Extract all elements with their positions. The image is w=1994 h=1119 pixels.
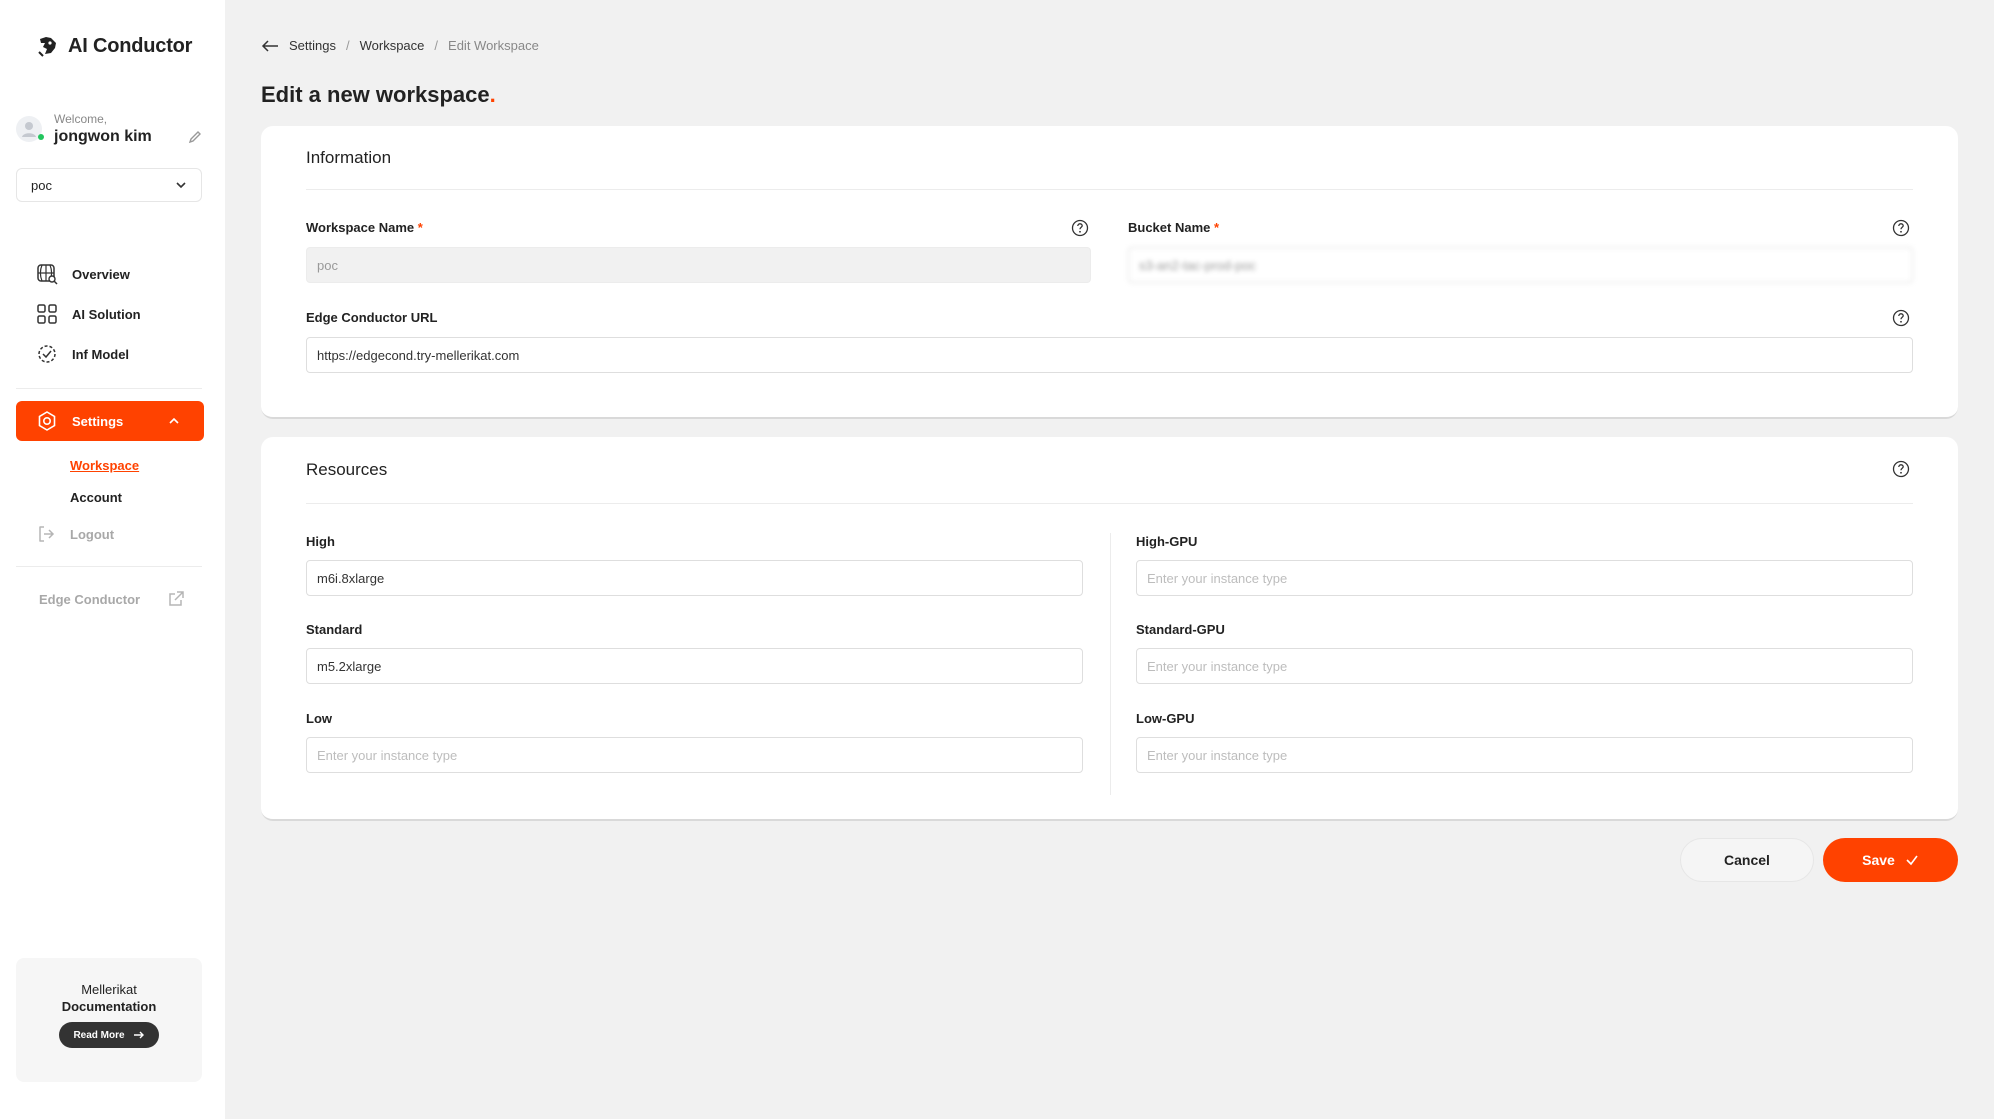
workspace-select[interactable]: poc: [16, 168, 202, 202]
breadcrumb-workspace[interactable]: Workspace: [360, 38, 425, 53]
nav-item-inf-model[interactable]: Inf Model: [16, 334, 202, 374]
standard-gpu-label: Standard-GPU: [1136, 622, 1225, 637]
gear-icon: [38, 411, 56, 431]
information-card: Information Workspace Name * Bucket Name…: [261, 126, 1958, 419]
welcome-text: Welcome,: [54, 112, 108, 126]
page-title-text: Edit a new workspace: [261, 82, 490, 107]
nav-label-inf-model: Inf Model: [72, 346, 130, 362]
low-label: Low: [306, 711, 332, 726]
required-mark: *: [417, 220, 423, 235]
high-input[interactable]: [306, 560, 1083, 596]
low-input[interactable]: [306, 737, 1083, 773]
documentation-card: Mellerikat Documentation Read More: [16, 958, 202, 1082]
workspace-name-label-text: Workspace Name: [306, 220, 415, 235]
sidebar: AI Conductor Welcome, jongwon kim poc Ov…: [0, 0, 225, 1119]
workspace-name-input[interactable]: [306, 247, 1091, 283]
page-title: Edit a new workspace.: [261, 82, 496, 108]
logout-button[interactable]: Logout: [36, 524, 114, 544]
nav-sub-item-account[interactable]: Account: [70, 490, 122, 505]
doc-card-brand: Mellerikat: [81, 982, 137, 997]
cancel-label: Cancel: [1724, 852, 1770, 868]
edge-conductor-link[interactable]: Edge Conductor: [39, 590, 185, 608]
pencil-icon[interactable]: [188, 130, 202, 144]
breadcrumb-current: Edit Workspace: [448, 38, 539, 53]
bucket-name-label: Bucket Name *: [1128, 220, 1219, 235]
app-name: AI Conductor: [68, 34, 193, 57]
low-gpu-label: Low-GPU: [1136, 711, 1195, 726]
bucket-name-label-text: Bucket Name: [1128, 220, 1211, 235]
required-mark: *: [1214, 220, 1220, 235]
bucket-name-input[interactable]: [1128, 247, 1913, 283]
back-arrow-icon[interactable]: [261, 39, 279, 53]
nav-divider: [16, 388, 202, 389]
help-icon[interactable]: [1892, 219, 1910, 237]
information-title: Information: [306, 148, 392, 167]
edge-url-label: Edge Conductor URL: [306, 310, 438, 325]
nav-item-ai-solution[interactable]: AI Solution: [16, 294, 202, 334]
user-name: jongwon kim: [54, 128, 152, 145]
chevron-up-icon: [169, 417, 179, 424]
resources-title: Resources: [306, 460, 388, 479]
breadcrumb-separator: /: [345, 38, 350, 53]
low-gpu-input[interactable]: [1136, 737, 1913, 773]
edge-url-input[interactable]: [306, 337, 1913, 373]
read-more-button[interactable]: Read More: [59, 1022, 159, 1048]
resources-card: Resources High Standard Low High-GPU Sta…: [261, 437, 1958, 821]
standard-gpu-input[interactable]: [1136, 648, 1913, 684]
workspace-name-label: Workspace Name *: [306, 220, 423, 235]
help-icon[interactable]: [1892, 460, 1910, 478]
globe-icon: [37, 264, 58, 285]
high-label: High: [306, 534, 335, 549]
arrow-right-icon: [133, 1031, 144, 1039]
nav-item-settings[interactable]: Settings: [16, 401, 204, 441]
model-icon: [38, 345, 56, 363]
app-logo[interactable]: AI Conductor: [36, 34, 192, 58]
nav-divider-2: [16, 566, 202, 567]
nav-item-overview[interactable]: Overview: [16, 254, 202, 294]
breadcrumb-separator: /: [434, 38, 439, 53]
save-button[interactable]: Save: [1823, 838, 1958, 882]
logo-icon: [38, 37, 56, 57]
page-title-dot: .: [489, 82, 496, 107]
window-edge: [1986, 0, 1994, 1119]
doc-card-title: Documentation: [61, 999, 157, 1014]
logout-label: Logout: [70, 526, 115, 542]
resources-divider: [306, 503, 1913, 504]
save-label: Save: [1862, 852, 1895, 868]
high-gpu-label: High-GPU: [1136, 534, 1198, 549]
breadcrumb: Settings / Workspace / Edit Workspace: [261, 38, 539, 53]
grid-icon: [37, 304, 57, 324]
information-divider: [306, 189, 1913, 190]
help-icon[interactable]: [1071, 219, 1089, 237]
external-link-icon: [169, 591, 184, 606]
read-more-label: Read More: [73, 1029, 125, 1041]
main-nav: Overview AI Solution Inf Model: [16, 254, 202, 374]
breadcrumb-settings[interactable]: Settings: [289, 38, 336, 53]
nav-label-overview: Overview: [72, 266, 130, 282]
help-icon[interactable]: [1892, 309, 1910, 327]
nav-label-ai-solution: AI Solution: [72, 306, 141, 322]
standard-input[interactable]: [306, 648, 1083, 684]
cancel-button[interactable]: Cancel: [1680, 838, 1814, 882]
check-icon: [1906, 855, 1918, 866]
user-profile: Welcome, jongwon kim: [16, 112, 202, 152]
nav-label-settings: Settings: [72, 413, 124, 429]
resources-column-divider: [1110, 533, 1111, 795]
online-status-dot: [38, 134, 44, 140]
chevron-down-icon: [176, 182, 186, 189]
high-gpu-input[interactable]: [1136, 560, 1913, 596]
nav-sub-item-workspace[interactable]: Workspace: [70, 458, 139, 473]
logout-icon: [39, 526, 55, 542]
standard-label: Standard: [306, 622, 363, 637]
edge-conductor-label: Edge Conductor: [39, 591, 141, 607]
workspace-select-value: poc: [31, 177, 52, 193]
